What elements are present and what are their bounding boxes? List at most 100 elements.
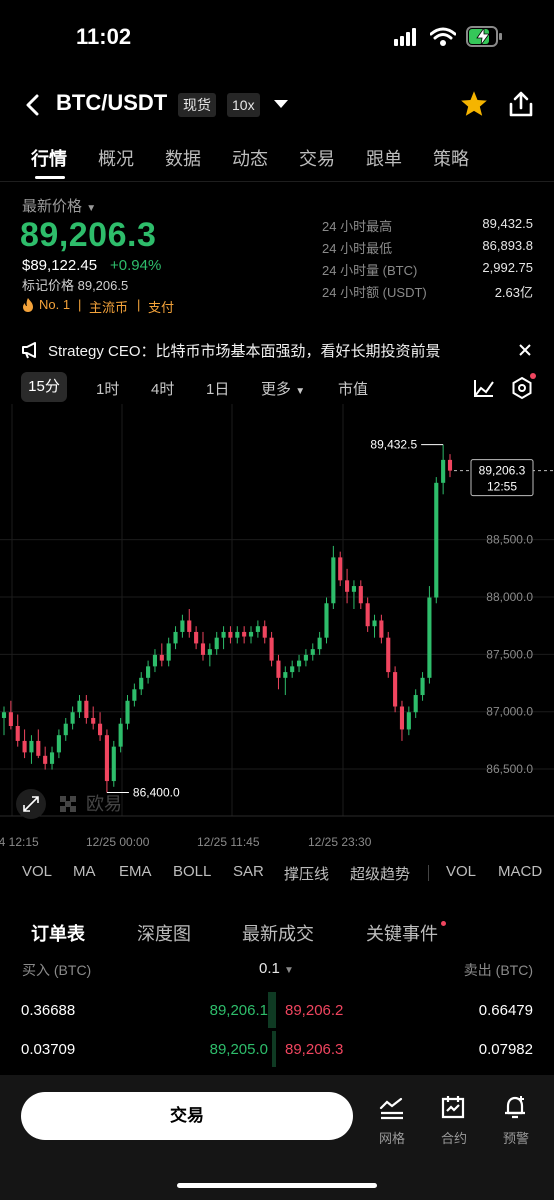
candle-body xyxy=(36,740,41,756)
candle-body xyxy=(104,735,109,782)
trade-button[interactable]: 交易 xyxy=(21,1092,353,1140)
back-icon[interactable] xyxy=(24,94,42,116)
y-tick-label: 86,500.0 xyxy=(486,762,533,776)
alert-bell-icon[interactable] xyxy=(502,1094,528,1120)
ask-quantity: 0.07982 xyxy=(478,1041,533,1058)
tab-key-events[interactable]: 关键事件 xyxy=(366,920,438,946)
indicator-sar[interactable]: SAR xyxy=(233,863,264,880)
candle-body xyxy=(49,752,55,764)
news-ticker[interactable]: Strategy CEO：比特币市场基本面强劲，看好长期投资前景 xyxy=(48,340,441,361)
mainstream-tag[interactable]: 主流币 xyxy=(89,297,128,316)
candle-body xyxy=(283,672,288,678)
indicator-ma[interactable]: MA xyxy=(73,863,96,880)
pair-dropdown-icon[interactable] xyxy=(273,99,289,109)
candle-body xyxy=(166,643,171,661)
chart-settings-icon[interactable] xyxy=(510,376,534,400)
timeframe-4h[interactable]: 4时 xyxy=(151,378,174,399)
indicator-boll[interactable]: BOLL xyxy=(173,863,211,880)
candle-body xyxy=(447,459,453,471)
candlestick-chart[interactable]: 88,500.0 88,000.0 87,500.0 87,000.0 86,500.0… xyxy=(0,404,554,852)
candle-body xyxy=(15,726,20,741)
tab-feed[interactable]: 动态 xyxy=(232,145,268,171)
candle-body xyxy=(317,637,322,650)
timeframe-15m[interactable]: 15分 xyxy=(21,372,67,402)
indicator-vol[interactable]: VOL xyxy=(22,863,52,880)
tab-data[interactable]: 数据 xyxy=(165,145,201,171)
indicator-vol-sub[interactable]: VOL xyxy=(446,863,476,880)
alert-label[interactable]: 预警 xyxy=(503,1128,529,1147)
candle-body xyxy=(338,557,343,581)
last-price-label[interactable]: 最新价格 ▼ xyxy=(22,195,96,216)
tab-trade[interactable]: 交易 xyxy=(299,145,335,171)
bid-quantity: 0.36688 xyxy=(21,1002,76,1019)
candle-body xyxy=(1,712,7,718)
candle-body xyxy=(125,700,130,724)
y-tick-label: 88,000.0 xyxy=(486,590,533,604)
high-price-label: 89,432.5 xyxy=(370,438,417,452)
tab-recent-trades[interactable]: 最新成交 xyxy=(242,920,314,946)
candle-body xyxy=(228,631,233,638)
share-icon[interactable] xyxy=(508,90,534,118)
contract-label[interactable]: 合约 xyxy=(441,1128,467,1147)
mark-price: 标记价格 89,206.5 xyxy=(22,278,129,293)
usd-price: $89,122.45 xyxy=(22,257,98,274)
indicator-macd[interactable]: MACD xyxy=(498,863,542,880)
low-price-label: 86,400.0 xyxy=(133,786,180,800)
x-tick-label: 24 12:15 xyxy=(0,835,39,849)
watermark-logo xyxy=(60,796,76,812)
payment-tag[interactable]: 支付 xyxy=(148,297,174,316)
bid-price[interactable]: 89,206.1 xyxy=(210,1002,268,1019)
status-time: 11:02 xyxy=(76,24,132,49)
bid-price[interactable]: 89,205.0 xyxy=(210,1041,268,1058)
candle-body xyxy=(235,631,240,638)
stat-value: 86,893.8 xyxy=(482,238,533,253)
x-tick-label: 12/25 00:00 xyxy=(86,835,150,849)
tab-copy-trading[interactable]: 跟单 xyxy=(366,145,402,171)
market-cap-toggle[interactable]: 市值 xyxy=(338,378,368,399)
timeframe-more[interactable]: 更多 ▼ xyxy=(261,378,305,399)
candle-body xyxy=(56,735,61,753)
contract-icon[interactable] xyxy=(440,1094,466,1120)
watermark-text: 欧易 xyxy=(86,794,122,814)
timeframe-1h[interactable]: 1时 xyxy=(96,378,119,399)
candle-body xyxy=(200,643,206,655)
tab-strategy[interactable]: 策略 xyxy=(433,145,469,171)
candle-body xyxy=(139,677,144,690)
candle-body xyxy=(43,755,48,764)
candle-body xyxy=(276,660,281,678)
candle-body xyxy=(159,654,164,661)
tab-active-indicator xyxy=(35,176,65,179)
candle-body xyxy=(420,677,425,696)
cellular-signal-icon xyxy=(394,28,420,46)
candle-body xyxy=(70,712,75,724)
indicator-supertrend[interactable]: 超级趋势 xyxy=(350,863,410,884)
pair-title[interactable]: BTC/USDT xyxy=(56,90,167,116)
ask-price[interactable]: 89,206.3 xyxy=(285,1041,343,1058)
tag-separator: | xyxy=(78,297,82,312)
candle-body xyxy=(372,620,377,627)
home-indicator xyxy=(177,1183,377,1188)
precision-selector[interactable]: 0.1 ▼ xyxy=(259,960,294,977)
ask-price[interactable]: 89,206.2 xyxy=(285,1002,343,1019)
grid-icon[interactable] xyxy=(379,1096,405,1120)
tab-overview[interactable]: 概况 xyxy=(98,145,134,171)
timeframe-1d[interactable]: 1日 xyxy=(206,378,229,399)
indicator-support-resistance[interactable]: 撑压线 xyxy=(284,863,329,884)
tab-order-book[interactable]: 订单表 xyxy=(31,920,85,946)
grid-label[interactable]: 网格 xyxy=(379,1128,405,1147)
close-icon[interactable] xyxy=(519,344,531,356)
star-favorite-icon[interactable] xyxy=(460,90,488,117)
candle-body xyxy=(146,666,151,678)
ask-header: 卖出 (BTC) xyxy=(463,962,533,978)
candle-body xyxy=(255,626,260,632)
stat-value: 2.63亿 xyxy=(494,285,533,300)
candle-body xyxy=(427,597,432,678)
candle-body xyxy=(262,626,267,638)
tab-market[interactable]: 行情 xyxy=(31,145,67,171)
current-price-tag: 89,206.3 xyxy=(479,464,526,478)
indicator-ema[interactable]: EMA xyxy=(119,863,152,880)
tab-depth-chart[interactable]: 深度图 xyxy=(137,920,191,946)
indicator-chart-icon[interactable] xyxy=(473,378,495,398)
candle-body xyxy=(173,631,178,644)
candle-body xyxy=(29,740,34,753)
